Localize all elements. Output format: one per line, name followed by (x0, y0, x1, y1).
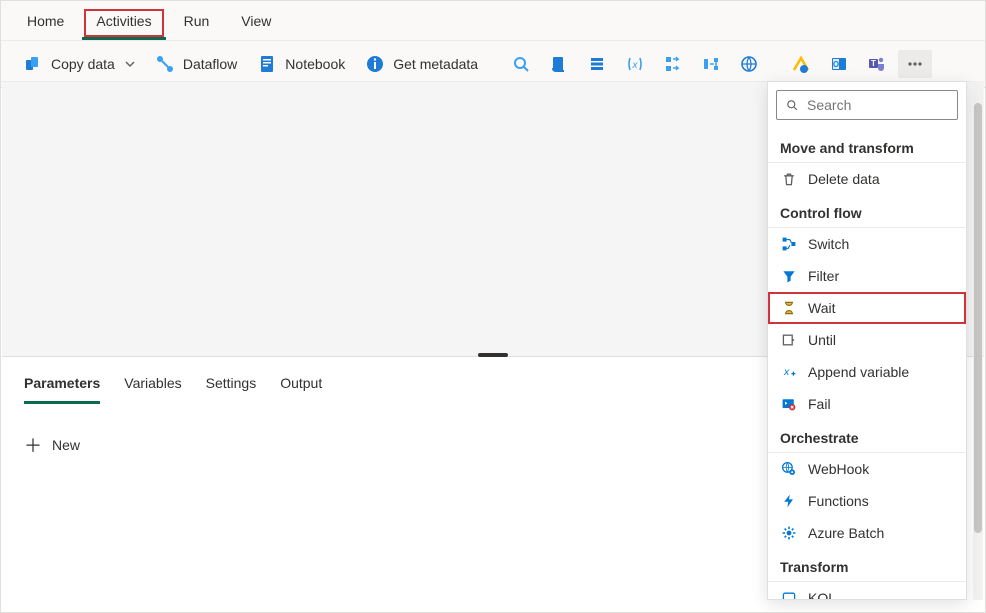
if-condition-icon[interactable] (694, 50, 728, 78)
activity-item-label: WebHook (808, 461, 869, 477)
panel-scrollbar-track[interactable] (973, 81, 983, 600)
stored-proc-icon[interactable] (580, 50, 614, 78)
tab-output-label: Output (280, 375, 322, 391)
fail-icon (780, 395, 798, 413)
menubar: Home Activities Run View (1, 1, 985, 41)
group-items: Delete data (768, 162, 966, 195)
search-icon (785, 98, 799, 112)
get-metadata-label: Get metadata (393, 56, 478, 72)
new-parameter-label: New (52, 437, 80, 453)
split-handle[interactable] (478, 353, 508, 357)
foreach-icon[interactable] (656, 50, 690, 78)
tab-variables[interactable]: Variables (124, 371, 181, 404)
copy-data-button[interactable]: Copy data (15, 49, 143, 79)
activity-item-label: Fail (808, 396, 831, 412)
app-root: Home Activities Run View Copy data Dataf… (0, 0, 986, 613)
gear-icon (780, 524, 798, 542)
dataflow-label: Dataflow (183, 56, 237, 72)
svg-text:x: x (632, 60, 639, 71)
activity-item-azure-batch[interactable]: Azure Batch (768, 517, 966, 549)
activity-item-kql[interactable]: KQL (768, 582, 966, 599)
tab-parameters-label: Parameters (24, 375, 100, 391)
search-box[interactable] (776, 90, 958, 120)
activity-item-wait[interactable]: Wait (768, 292, 966, 324)
group-items: Switch Filter Wait Until x Append variable Fai… (768, 227, 966, 420)
activity-item-label: Delete data (808, 171, 880, 187)
activity-item-delete-data[interactable]: Delete data (768, 163, 966, 195)
get-metadata-button[interactable]: Get metadata (357, 49, 486, 79)
dataflow-icon (155, 54, 175, 74)
info-icon (365, 54, 385, 74)
menu-home[interactable]: Home (13, 7, 78, 40)
invoke-pipeline-icon[interactable] (784, 50, 818, 78)
tab-settings[interactable]: Settings (206, 371, 257, 404)
activity-item-webhook[interactable]: WebHook (768, 453, 966, 485)
set-variable-icon[interactable]: x (618, 50, 652, 78)
svg-text:x: x (783, 367, 790, 378)
activity-item-until[interactable]: Until (768, 324, 966, 356)
group-items: KQL (768, 581, 966, 599)
hourglass-icon (780, 299, 798, 317)
group-heading: Orchestrate (768, 420, 966, 452)
group-heading: Transform (768, 549, 966, 581)
menu-run-label: Run (184, 13, 210, 29)
tab-output[interactable]: Output (280, 371, 322, 404)
dataflow-button[interactable]: Dataflow (147, 49, 245, 79)
menu-activities-label: Activities (96, 13, 151, 29)
menu-home-label: Home (27, 13, 64, 29)
svg-text:O: O (833, 60, 839, 69)
chevron-down-icon (125, 59, 135, 69)
group-heading: Move and transform (768, 130, 966, 162)
copy-data-label: Copy data (51, 56, 115, 72)
loop-icon (780, 331, 798, 349)
teams-icon[interactable]: T (860, 50, 894, 78)
svg-text:T: T (871, 59, 876, 68)
search-input[interactable] (807, 97, 967, 113)
notebook-icon (257, 54, 277, 74)
activity-item-append-variable[interactable]: x Append variable (768, 356, 966, 388)
activities-dropdown-panel: Move and transform Delete data Control flo… (767, 81, 967, 600)
script-icon[interactable] (542, 50, 576, 78)
activity-item-fail[interactable]: Fail (768, 388, 966, 420)
activity-item-label: KQL (808, 590, 836, 599)
kql-icon (780, 589, 798, 599)
menu-view[interactable]: View (227, 7, 285, 40)
activity-item-label: Functions (808, 493, 869, 509)
tab-settings-label: Settings (206, 375, 257, 391)
activity-item-functions[interactable]: Functions (768, 485, 966, 517)
activity-item-label: Until (808, 332, 836, 348)
search-container (768, 82, 966, 128)
panel-body: Move and transform Delete data Control flo… (768, 128, 966, 599)
activity-item-label: Wait (808, 300, 835, 316)
menu-run[interactable]: Run (170, 7, 224, 40)
switch-icon (780, 235, 798, 253)
tab-variables-label: Variables (124, 375, 181, 391)
more-activities-button[interactable] (898, 50, 932, 78)
activity-item-label: Append variable (808, 364, 909, 380)
group-heading: Control flow (768, 195, 966, 227)
copy-data-icon (23, 54, 43, 74)
menu-view-label: View (241, 13, 271, 29)
plus-icon: ＋ (24, 432, 42, 458)
bolt-icon (780, 492, 798, 510)
notebook-button[interactable]: Notebook (249, 49, 353, 79)
globe-gear-icon (780, 460, 798, 478)
activity-item-filter[interactable]: Filter (768, 260, 966, 292)
notebook-label: Notebook (285, 56, 345, 72)
web-icon[interactable] (732, 50, 766, 78)
group-items: WebHook Functions Azure Batch (768, 452, 966, 549)
activity-item-label: Azure Batch (808, 525, 884, 541)
xplus-icon: x (780, 363, 798, 381)
lookup-icon[interactable] (504, 50, 538, 78)
activity-item-label: Filter (808, 268, 839, 284)
funnel-icon (780, 267, 798, 285)
office365-icon[interactable]: O (822, 50, 856, 78)
menu-activities[interactable]: Activities (82, 7, 165, 40)
activity-item-switch[interactable]: Switch (768, 228, 966, 260)
trash-icon (780, 170, 798, 188)
tab-parameters[interactable]: Parameters (24, 371, 100, 404)
panel-scrollbar-thumb[interactable] (974, 103, 982, 533)
activity-item-label: Switch (808, 236, 849, 252)
